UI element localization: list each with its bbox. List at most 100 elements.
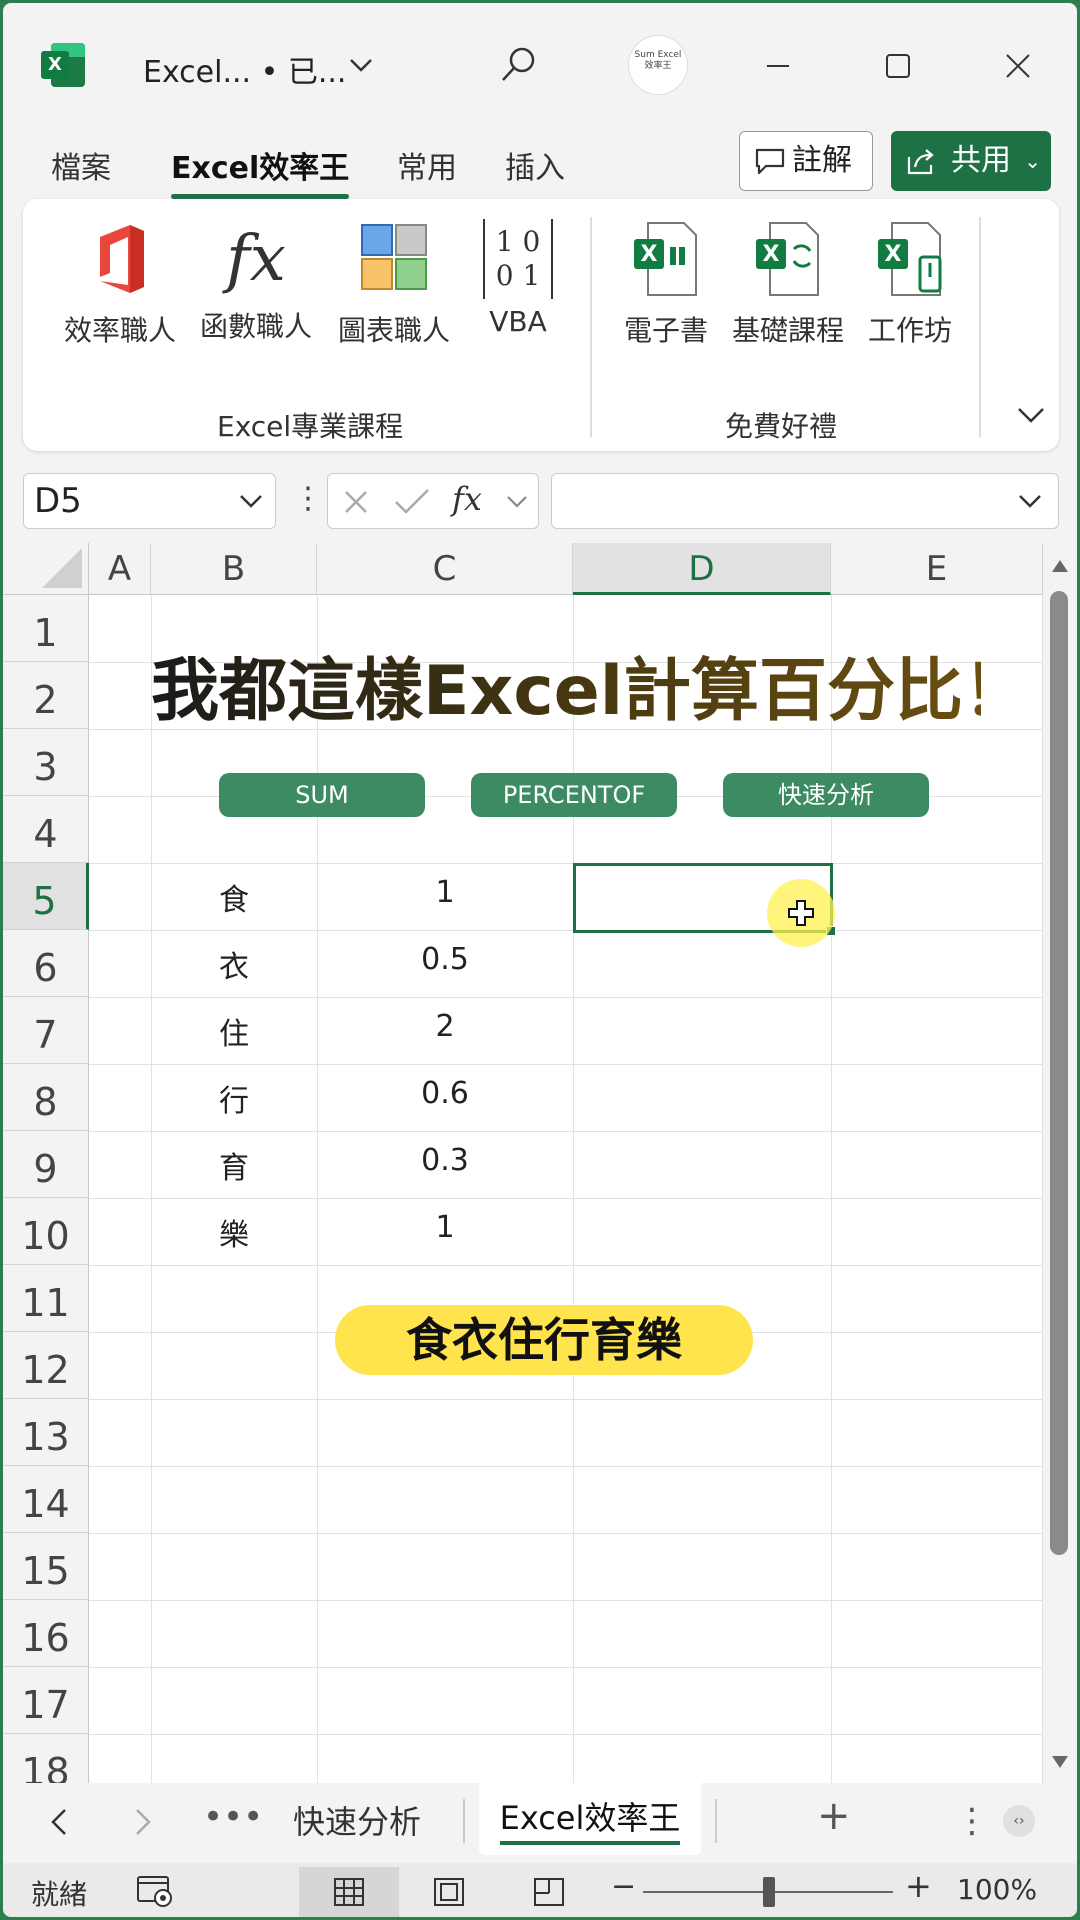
share-button[interactable]: 共用 ⌄ <box>891 131 1051 191</box>
ribbon-item-vba[interactable]: 1 0 0 1 VBA <box>453 219 583 338</box>
chevron-down-icon[interactable] <box>237 488 265 514</box>
formula-input[interactable] <box>551 473 1059 529</box>
cancel-icon[interactable] <box>340 486 372 518</box>
chevron-down-icon[interactable] <box>504 490 530 514</box>
ribbon-item-ebook[interactable]: X 電子書 <box>601 219 731 349</box>
scroll-up-icon[interactable] <box>1051 559 1069 573</box>
row-gridline <box>89 1734 1043 1735</box>
sheet-tab-quick-analysis[interactable]: 快速分析 <box>293 1797 421 1843</box>
cell-cursor-icon <box>788 900 814 926</box>
name-box[interactable]: D5 <box>23 473 276 529</box>
cell-b7[interactable]: 住 <box>151 1009 317 1053</box>
zoom-level[interactable]: 100% <box>957 1873 1037 1906</box>
tab-file[interactable]: 檔案 <box>51 143 111 187</box>
sum-button[interactable]: SUM <box>219 773 425 817</box>
ribbon-item-function-pro[interactable]: fx 函數職人 <box>191 219 321 345</box>
chevron-down-icon[interactable] <box>348 55 374 75</box>
tab-insert[interactable]: 插入 <box>505 143 565 187</box>
status-bar: 就緒 − + 100% <box>3 1863 1077 1917</box>
cell-c9[interactable]: 0.3 <box>317 1143 573 1178</box>
zoom-out-button[interactable]: − <box>611 1869 636 1904</box>
ribbon-item-efficiency-pro[interactable]: 效率職人 <box>55 219 185 349</box>
select-all-corner[interactable] <box>3 543 89 595</box>
column-header-c[interactable]: C <box>317 543 573 595</box>
expand-formula-chevron-icon[interactable] <box>1016 488 1044 514</box>
ribbon-expand-chevron-icon[interactable] <box>1013 399 1049 429</box>
vertical-scrollbar[interactable] <box>1043 543 1077 1783</box>
next-sheet-icon[interactable] <box>131 1807 155 1837</box>
accessibility-icon[interactable] <box>135 1873 175 1909</box>
row-header-18[interactable]: 18 <box>3 1734 89 1783</box>
page-layout-view-button[interactable] <box>399 1867 499 1917</box>
comment-button[interactable]: 註解 <box>739 131 873 191</box>
row-gridline <box>89 1131 1043 1132</box>
page-break-view-button[interactable] <box>499 1867 599 1917</box>
zoom-slider-thumb[interactable] <box>763 1877 775 1907</box>
avatar[interactable]: Sum Excel 效率王 <box>628 35 688 95</box>
cell-c6[interactable]: 0.5 <box>317 942 573 977</box>
row-header-5[interactable]: 5 <box>3 863 89 930</box>
cell-c7[interactable]: 2 <box>317 1009 573 1044</box>
check-icon[interactable] <box>392 486 432 518</box>
row-gridline <box>89 1533 1043 1534</box>
search-icon[interactable] <box>498 45 538 85</box>
quick-analysis-button[interactable]: 快速分析 <box>723 773 929 817</box>
cell-b10[interactable]: 樂 <box>151 1210 317 1254</box>
row-gridline <box>89 1064 1043 1065</box>
row-header-13[interactable]: 13 <box>3 1399 89 1466</box>
row-header-4[interactable]: 4 <box>3 796 89 863</box>
insert-function-icon[interactable]: fx <box>452 480 482 518</box>
row-header-17[interactable]: 17 <box>3 1667 89 1734</box>
column-header-b[interactable]: B <box>151 543 317 595</box>
row-gridline <box>89 1399 1043 1400</box>
document-title[interactable]: Excel... • 已... <box>143 47 346 91</box>
row-header-8[interactable]: 8 <box>3 1064 89 1131</box>
minimize-icon[interactable] <box>753 41 803 91</box>
ribbon-item-basic-course[interactable]: X 基礎課程 <box>723 219 853 349</box>
row-header-1[interactable]: 1 <box>3 595 89 662</box>
column-header-a[interactable]: A <box>89 543 151 595</box>
row-header-12[interactable]: 12 <box>3 1332 89 1399</box>
sheet-tab-excel-efficiency[interactable]: Excel效率王 <box>479 1783 701 1855</box>
scrollbar-thumb[interactable] <box>1050 591 1068 1555</box>
column-header-e[interactable]: E <box>831 543 1043 595</box>
column-gridline <box>151 595 152 1783</box>
maximize-icon[interactable] <box>873 41 923 91</box>
cell-c8[interactable]: 0.6 <box>317 1076 573 1111</box>
row-header-7[interactable]: 7 <box>3 997 89 1064</box>
add-sheet-button[interactable]: + <box>817 1793 851 1839</box>
cell-b9[interactable]: 育 <box>151 1143 317 1187</box>
sheet-menu-button[interactable]: ⋮ <box>955 1801 989 1841</box>
row-header-10[interactable]: 10 <box>3 1198 89 1265</box>
row-gridline <box>89 930 1043 931</box>
close-icon[interactable] <box>993 41 1043 91</box>
more-options-icon[interactable]: ⋮ <box>293 481 323 516</box>
sheet-split-handle[interactable]: ‹› <box>1003 1805 1035 1837</box>
tab-home[interactable]: 常用 <box>397 143 457 187</box>
row-header-6[interactable]: 6 <box>3 930 89 997</box>
cell-b6[interactable]: 衣 <box>151 942 317 986</box>
percentof-button[interactable]: PERCENTOF <box>471 773 677 817</box>
ribbon-item-chart-pro[interactable]: 圖表職人 <box>329 219 459 349</box>
chevron-down-icon[interactable]: ⌄ <box>1024 131 1041 191</box>
row-header-3[interactable]: 3 <box>3 729 89 796</box>
more-sheets-button[interactable]: ••• <box>203 1797 263 1837</box>
row-header-16[interactable]: 16 <box>3 1600 89 1667</box>
row-header-11[interactable]: 11 <box>3 1265 89 1332</box>
prev-sheet-icon[interactable] <box>47 1807 71 1837</box>
zoom-in-button[interactable]: + <box>905 1867 932 1905</box>
row-header-14[interactable]: 14 <box>3 1466 89 1533</box>
cell-b5[interactable]: 食 <box>151 875 317 919</box>
scroll-down-icon[interactable] <box>1051 1755 1069 1769</box>
cell-b8[interactable]: 行 <box>151 1076 317 1120</box>
tab-excel-efficiency[interactable]: Excel效率王 <box>171 143 350 199</box>
column-header-d[interactable]: D <box>573 543 831 595</box>
row-header-15[interactable]: 15 <box>3 1533 89 1600</box>
row-header-9[interactable]: 9 <box>3 1131 89 1198</box>
worksheet-grid[interactable]: A B C D E 1 2 3 4 5 6 7 8 9 10 11 12 13 14 15 16 17 18 我都… <box>3 543 1043 1783</box>
cell-c5[interactable]: 1 <box>317 875 573 910</box>
ribbon-item-workshop[interactable]: X 工作坊 <box>845 219 975 349</box>
normal-view-button[interactable] <box>299 1867 399 1917</box>
row-header-2[interactable]: 2 <box>3 662 89 729</box>
cell-c10[interactable]: 1 <box>317 1210 573 1245</box>
